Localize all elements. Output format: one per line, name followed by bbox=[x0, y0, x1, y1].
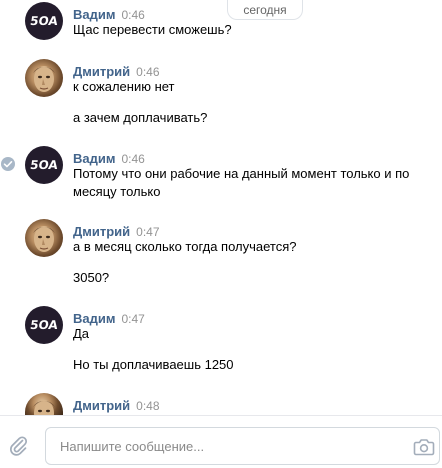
chat-window: сегодня 5OA Вадим 0:46 Щас перевести смож… bbox=[0, 0, 442, 468]
message-input-placeholder[interactable]: Напишите сообщение... bbox=[60, 438, 204, 456]
message-time[interactable]: 0:47 bbox=[121, 312, 144, 326]
camera-icon[interactable] bbox=[413, 437, 435, 457]
portrait-image bbox=[33, 66, 55, 92]
message-input[interactable]: Напишите сообщение... bbox=[45, 427, 440, 465]
message-text: Но ты доплачиваешь 1250 bbox=[73, 357, 234, 372]
avatar[interactable]: 5OA bbox=[25, 146, 63, 184]
avatar-logo: 5OA bbox=[29, 158, 59, 172]
read-check-icon bbox=[1, 157, 15, 171]
message-header: Дмитрий 0:48 bbox=[73, 397, 160, 413]
message-text: к сожалению нет bbox=[73, 79, 175, 94]
message-text: Да bbox=[73, 326, 90, 341]
avatar[interactable]: 5OA bbox=[25, 2, 63, 40]
message-header: Вадим 0:47 bbox=[73, 310, 145, 326]
author-name[interactable]: Дмитрий bbox=[73, 64, 130, 79]
author-name[interactable]: Дмитрий bbox=[73, 398, 130, 413]
composer-divider bbox=[0, 415, 442, 416]
message-time[interactable]: 0:48 bbox=[136, 399, 159, 413]
portrait-image bbox=[33, 226, 55, 252]
message-header: Дмитрий 0:47 bbox=[73, 223, 160, 239]
message-text: Щас перевести сможешь? bbox=[73, 22, 232, 37]
message-time[interactable]: 0:46 bbox=[121, 8, 144, 22]
author-name[interactable]: Дмитрий bbox=[73, 224, 130, 239]
avatar[interactable] bbox=[25, 219, 63, 257]
paperclip-icon[interactable] bbox=[7, 434, 29, 456]
avatar[interactable]: 5OA bbox=[25, 306, 63, 344]
portrait-image bbox=[33, 400, 55, 415]
avatar-logo: 5OA bbox=[29, 318, 59, 332]
date-divider: сегодня bbox=[227, 0, 303, 20]
message-text: 3050? bbox=[73, 270, 110, 285]
message-time[interactable]: 0:46 bbox=[121, 152, 144, 166]
author-name[interactable]: Вадим bbox=[73, 311, 115, 326]
message-header: Дмитрий 0:46 bbox=[73, 63, 160, 79]
author-name[interactable]: Вадим bbox=[73, 7, 115, 22]
message-text: а зачем доплачивать? bbox=[73, 110, 208, 125]
message-text: Потому что они рабочие на данный момент … bbox=[73, 166, 410, 199]
author-name[interactable]: Вадим bbox=[73, 151, 115, 166]
avatar-logo: 5OA bbox=[29, 14, 59, 28]
avatar[interactable] bbox=[25, 393, 63, 415]
message-text: а в месяц сколько тогда получается? bbox=[73, 239, 297, 254]
avatar[interactable] bbox=[25, 59, 63, 97]
message-time[interactable]: 0:47 bbox=[136, 225, 159, 239]
message-header: Вадим 0:46 bbox=[73, 150, 145, 166]
message-header: Вадим 0:46 bbox=[73, 6, 145, 22]
message-time[interactable]: 0:46 bbox=[136, 65, 159, 79]
